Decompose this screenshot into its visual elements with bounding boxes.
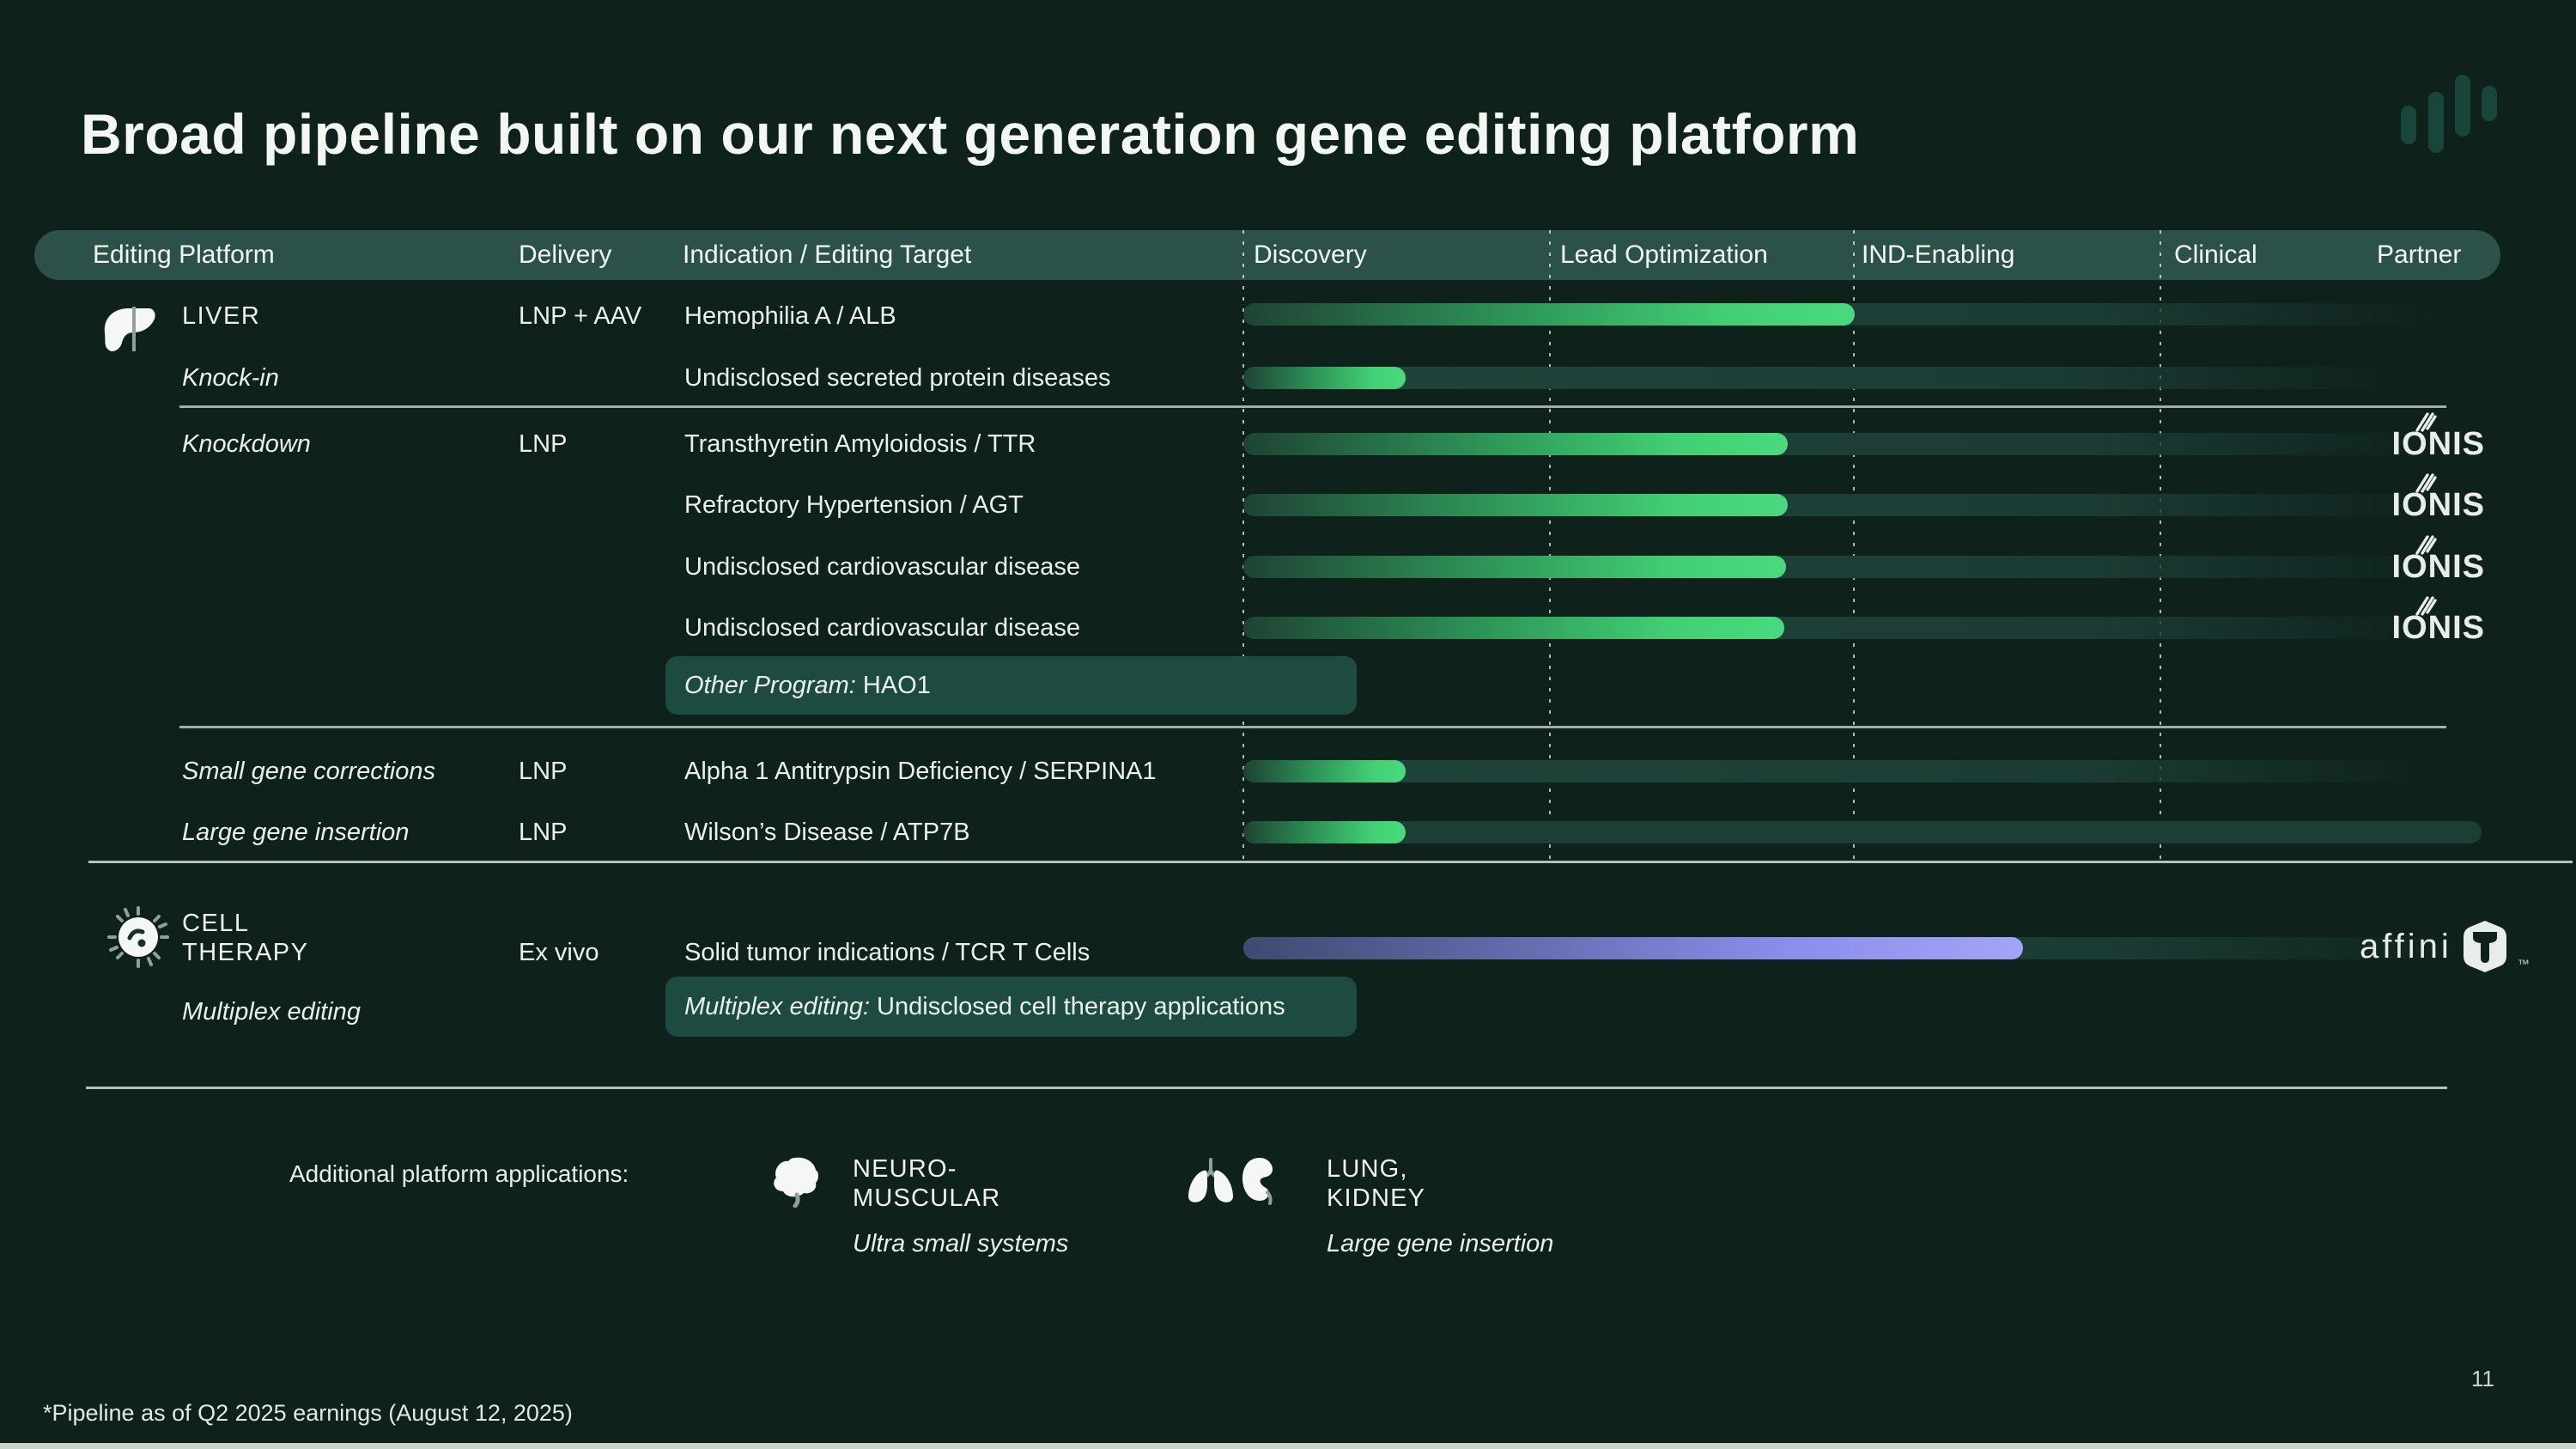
delivery-lnp-large: LNP — [519, 815, 567, 849]
cell-icon — [106, 905, 170, 969]
lungs-icon — [1187, 1158, 1235, 1204]
column-header-clinical: Clinical — [2174, 230, 2257, 280]
kidney-icon — [1242, 1156, 1286, 1206]
other-program-label: Other Program: — [684, 672, 856, 700]
multiplex-editing-box: Multiplex editing: Undisclosed cell ther… — [665, 977, 1357, 1037]
progress-bar-cardiovascular-1 — [1243, 556, 2447, 578]
slide-bottom-edge — [0, 1443, 2576, 1449]
platform-label-small-gene-corrections: Small gene corrections — [182, 754, 435, 788]
platform-label-liver: LIVER — [182, 299, 260, 333]
progress-bar-ttr — [1243, 433, 2447, 455]
indication-secreted-protein: Undisclosed secreted protein diseases — [684, 361, 1111, 395]
partner-logo-ionis: IONIS — [2368, 425, 2485, 463]
liver-icon — [101, 306, 156, 354]
delivery-ex-vivo: Ex vivo — [519, 935, 598, 970]
other-program-value: HAO1 — [856, 672, 931, 700]
delivery-lnp-small: LNP — [519, 754, 567, 788]
multiplex-box-value: Undisclosed cell therapy applications — [870, 993, 1285, 1021]
column-header-indication: Indication / Editing Target — [683, 230, 971, 280]
partner-logo-ionis: IONIS — [2368, 486, 2485, 524]
column-header-partner: Partner — [2377, 230, 2461, 280]
platform-label-multiplex-editing: Multiplex editing — [182, 995, 361, 1029]
indication-agt: Refractory Hypertension / AGT — [684, 488, 1024, 522]
indication-atp7b: Wilson’s Disease / ATP7B — [684, 815, 970, 849]
brain-icon — [771, 1156, 819, 1208]
section-divider — [88, 861, 2573, 863]
additional-applications-label: Additional platform applications: — [289, 1157, 629, 1191]
indication-ttr: Transthyretin Amyloidosis / TTR — [684, 427, 1036, 461]
platform-label-cell-therapy: CELL THERAPY — [182, 909, 308, 967]
indication-serpina1: Alpha 1 Antitrypsin Deficiency / SERPINA… — [684, 754, 1157, 788]
indication-cardiovascular-1: Undisclosed cardiovascular disease — [684, 550, 1080, 584]
delivery-lnp-aav: LNP + AAV — [519, 299, 641, 333]
column-header-ind-enabling: IND-Enabling — [1862, 230, 2014, 280]
column-header-discovery: Discovery — [1254, 230, 1367, 280]
page-title: Broad pipeline built on our next generat… — [81, 101, 1859, 167]
footnote: *Pipeline as of Q2 2025 earnings (August… — [43, 1400, 573, 1427]
column-header-lead-optimization: Lead Optimization — [1560, 230, 1768, 280]
page-number: 11 — [2471, 1366, 2494, 1392]
other-program-box: Other Program: HAO1 — [665, 656, 1357, 715]
progress-bar-serpina1 — [1243, 760, 2439, 782]
progress-bar-atp7b — [1243, 821, 2482, 843]
section-divider — [179, 405, 2446, 408]
partner-logo-ionis: IONIS — [2368, 609, 2485, 647]
application-lung-kidney-subtitle: Large gene insertion — [1327, 1230, 1553, 1258]
progress-bar-hemophilia — [1243, 303, 2447, 326]
application-neuromuscular: NEURO- MUSCULAR — [853, 1154, 1000, 1213]
section-divider — [86, 1087, 2447, 1089]
application-lung-kidney: LUNG, KIDNEY — [1327, 1154, 1425, 1213]
section-divider — [179, 726, 2446, 728]
indication-cardiovascular-2: Undisclosed cardiovascular disease — [684, 611, 1080, 645]
delivery-lnp-knockdown: LNP — [519, 427, 567, 461]
platform-label-large-gene-insertion: Large gene insertion — [182, 815, 409, 849]
partner-logo-ionis: IONIS — [2368, 548, 2485, 586]
multiplex-box-label: Multiplex editing: — [684, 993, 870, 1021]
trademark-symbol: ™ — [2518, 957, 2530, 971]
equalizer-bars-logo — [2398, 75, 2501, 156]
indication-tcr-t-cells: Solid tumor indications / TCR T Cells — [684, 935, 1090, 970]
platform-label-knockdown: Knockdown — [182, 427, 311, 461]
progress-bar-agt — [1243, 494, 2447, 516]
application-neuromuscular-subtitle: Ultra small systems — [853, 1230, 1068, 1258]
progress-bar-cardiovascular-2 — [1243, 617, 2447, 639]
pipeline-slide: Broad pipeline built on our next generat… — [0, 0, 2576, 1449]
progress-bar-secreted-protein — [1243, 367, 2404, 389]
partner-logo-affini-t: affini ™ — [2360, 917, 2530, 976]
progress-bar-tcr-t-cells — [1243, 937, 2473, 959]
column-header-editing-platform: Editing Platform — [93, 230, 275, 280]
column-header-delivery: Delivery — [519, 230, 611, 280]
indication-hemophilia: Hemophilia A / ALB — [684, 299, 896, 333]
platform-label-knock-in: Knock-in — [182, 361, 279, 395]
